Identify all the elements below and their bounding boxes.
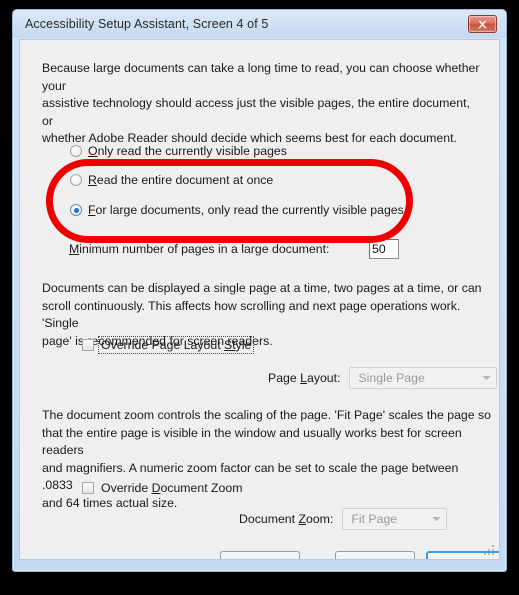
next-button-label: Next	[453, 557, 478, 560]
cancel-button-label: Cancel	[241, 557, 279, 560]
radio-indicator-selected[interactable]	[70, 204, 82, 216]
checkbox-override-page-layout-style[interactable]: Override Page Layout Style	[82, 336, 255, 354]
document-zoom-label: Document Zoom:	[239, 512, 334, 526]
page-layout-value: Single Page	[358, 371, 425, 385]
checkbox-override-document-zoom[interactable]: Override Document Zoom	[82, 480, 244, 496]
radio-indicator[interactable]	[70, 174, 82, 186]
previous-button-label: Previous	[351, 557, 399, 560]
document-zoom-value: Fit Page	[351, 512, 398, 526]
radio-label: Read the entire document at once	[88, 173, 274, 187]
checkbox-label: Override Document Zoom	[101, 481, 243, 495]
document-zoom-row: Document Zoom: Fit Page	[239, 508, 448, 530]
minimum-pages-label: Minimum number of pages in a large docum…	[69, 242, 330, 256]
close-icon[interactable]	[468, 15, 497, 33]
page-layout-label: Page Layout:	[268, 371, 341, 385]
window-title: Accessibility Setup Assistant, Screen 4 …	[25, 17, 269, 31]
accessibility-setup-assistant-window: Accessibility Setup Assistant, Screen 4 …	[12, 9, 507, 572]
checkbox-label: Override Page Layout Style	[97, 336, 255, 354]
document-zoom-description: The document zoom controls the scaling o…	[42, 408, 492, 510]
desktop-background: Accessibility Setup Assistant, Screen 4 …	[0, 0, 519, 595]
reading-mode-description: Because large documents can take a long …	[42, 61, 480, 145]
minimum-pages-input[interactable]	[369, 239, 399, 259]
page-layout-row: Page Layout: Single Page	[268, 367, 498, 389]
radio-large-documents-visible-pages[interactable]: For large documents, only read the curre…	[70, 203, 404, 217]
checkbox-indicator[interactable]	[82, 339, 94, 351]
previous-button[interactable]: Previous	[335, 551, 415, 560]
page-layout-dropdown[interactable]: Single Page	[349, 367, 498, 389]
dialog-client-area: Because large documents can take a long …	[19, 39, 500, 560]
radio-label: For large documents, only read the curre…	[88, 203, 404, 217]
chevron-down-icon	[478, 375, 494, 381]
radio-entire-document[interactable]: Read the entire document at once	[70, 173, 273, 187]
minimum-pages-row: Minimum number of pages in a large docum…	[69, 239, 399, 259]
window-titlebar: Accessibility Setup Assistant, Screen 4 …	[13, 10, 506, 38]
radio-only-visible-pages[interactable]: Only read the currently visible pages	[70, 144, 287, 158]
resize-grip-icon[interactable]	[484, 545, 496, 557]
cancel-button[interactable]: Cancel	[220, 551, 300, 560]
document-zoom-dropdown[interactable]: Fit Page	[342, 508, 448, 530]
dialog-content: Because large documents can take a long …	[20, 40, 499, 559]
checkbox-indicator[interactable]	[82, 482, 94, 494]
radio-label: Only read the currently visible pages	[88, 144, 287, 158]
radio-indicator[interactable]	[70, 145, 82, 157]
chevron-down-icon	[428, 516, 444, 522]
